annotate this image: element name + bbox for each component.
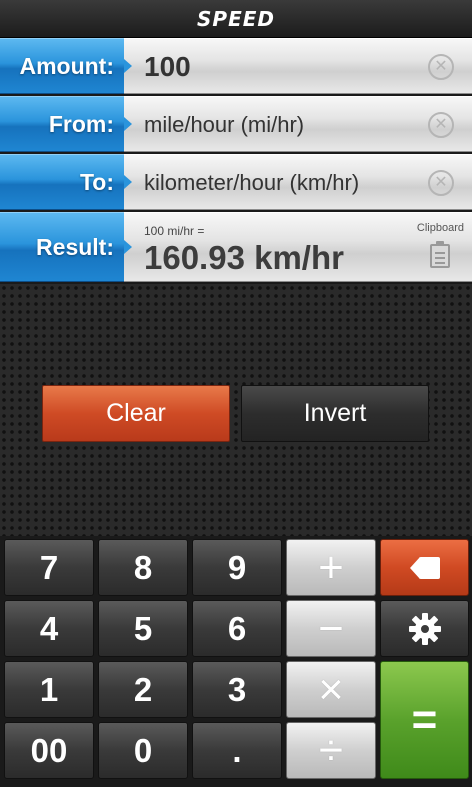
from-unit-value[interactable]: mile/hour (mi/hr) — [144, 97, 304, 153]
result-value: 160.93 km/hr — [144, 239, 344, 276]
close-circle-icon[interactable]: ✕ — [428, 112, 454, 138]
amount-label: Amount: — [0, 38, 124, 94]
minus-button[interactable]: − — [286, 600, 376, 657]
key-9[interactable]: 9 — [192, 539, 282, 596]
keypad: 7 8 9 + 4 5 6 − 1 2 3 × = 00 0 . ÷ — [0, 536, 472, 787]
close-circle-icon[interactable]: ✕ — [428, 170, 454, 196]
clipboard-label: Clipboard — [416, 222, 464, 234]
amount-row: Amount: 100 ✕ — [0, 38, 472, 94]
result-row: Result: 100 mi/hr = 160.93 km/hr Clipboa… — [0, 212, 472, 282]
invert-button[interactable]: Invert — [241, 385, 429, 442]
to-unit-field[interactable]: kilometer/hour (km/hr) ✕ — [124, 154, 472, 210]
close-circle-icon[interactable]: ✕ — [428, 54, 454, 80]
key-decimal[interactable]: . — [192, 722, 282, 779]
key-6[interactable]: 6 — [192, 600, 282, 657]
clear-button[interactable]: Clear — [42, 385, 230, 442]
from-unit-field[interactable]: mile/hour (mi/hr) ✕ — [124, 96, 472, 152]
app-title: SPEED — [197, 6, 275, 31]
key-1[interactable]: 1 — [4, 661, 94, 718]
key-7[interactable]: 7 — [4, 539, 94, 596]
arrow-icon — [124, 117, 132, 131]
amount-field[interactable]: 100 ✕ — [124, 38, 472, 94]
to-unit-value[interactable]: kilometer/hour (km/hr) — [144, 155, 359, 211]
result-expression: 100 mi/hr = — [144, 224, 205, 238]
arrow-icon — [124, 175, 132, 189]
result-field: 100 mi/hr = 160.93 km/hr Clipboard — [124, 212, 472, 282]
plus-button[interactable]: + — [286, 539, 376, 596]
plus-icon: + — [318, 542, 344, 592]
to-label: To: — [0, 154, 124, 210]
key-3[interactable]: 3 — [192, 661, 282, 718]
divide-button[interactable]: ÷ — [286, 722, 376, 779]
gear-icon — [408, 612, 441, 645]
backspace-button[interactable] — [380, 539, 469, 596]
key-00[interactable]: 00 — [4, 722, 94, 779]
amount-value[interactable]: 100 — [144, 39, 191, 95]
key-2[interactable]: 2 — [98, 661, 188, 718]
arrow-icon — [124, 240, 132, 254]
backspace-icon — [409, 556, 440, 579]
key-8[interactable]: 8 — [98, 539, 188, 596]
from-label: From: — [0, 96, 124, 152]
multiply-icon: × — [318, 664, 344, 714]
key-4[interactable]: 4 — [4, 600, 94, 657]
equals-button[interactable]: = — [380, 661, 469, 779]
multiply-button[interactable]: × — [286, 661, 376, 718]
arrow-icon — [124, 59, 132, 73]
to-row: To: kilometer/hour (km/hr) ✕ — [0, 154, 472, 210]
result-label: Result: — [0, 212, 124, 282]
settings-button[interactable] — [380, 600, 469, 657]
clipboard-icon[interactable] — [430, 241, 450, 268]
key-5[interactable]: 5 — [98, 600, 188, 657]
from-row: From: mile/hour (mi/hr) ✕ — [0, 96, 472, 152]
minus-icon: − — [318, 603, 344, 653]
key-0[interactable]: 0 — [98, 722, 188, 779]
equals-icon: = — [411, 695, 438, 744]
divide-icon: ÷ — [318, 725, 344, 775]
title-bar: SPEED — [0, 0, 472, 38]
action-area: Clear Invert — [0, 284, 472, 536]
